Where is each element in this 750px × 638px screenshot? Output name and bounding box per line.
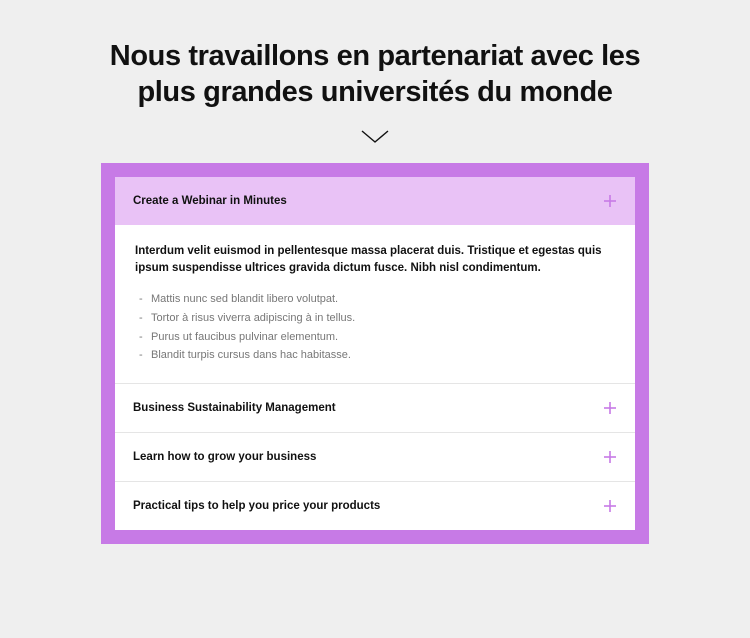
accordion-item: Business Sustainability Management — [115, 384, 635, 433]
accordion-bullet-list: Mattis nunc sed blandit libero volutpat.… — [135, 290, 615, 365]
accordion-title: Practical tips to help you price your pr… — [133, 500, 380, 512]
accordion-title: Create a Webinar in Minutes — [133, 195, 287, 207]
list-item: Tortor à risus viverra adipiscing à in t… — [139, 309, 615, 328]
accordion-item: Practical tips to help you price your pr… — [115, 482, 635, 530]
accordion-header-sustainability[interactable]: Business Sustainability Management — [115, 384, 635, 432]
list-item: Purus ut faucibus pulvinar elementum. — [139, 328, 615, 347]
accordion-header-grow[interactable]: Learn how to grow your business — [115, 433, 635, 481]
plus-icon — [603, 401, 617, 415]
chevron-down-icon — [360, 129, 390, 145]
list-item: Mattis nunc sed blandit libero volutpat. — [139, 290, 615, 309]
accordion-item: Learn how to grow your business — [115, 433, 635, 482]
accordion-title: Learn how to grow your business — [133, 451, 316, 463]
plus-icon — [603, 194, 617, 208]
accordion-body: Interdum velit euismod in pellentesque m… — [115, 225, 635, 383]
accordion-header-pricing[interactable]: Practical tips to help you price your pr… — [115, 482, 635, 530]
list-item: Blandit turpis cursus dans hac habitasse… — [139, 346, 615, 365]
accordion-item: Create a Webinar in Minutes Interdum vel… — [115, 177, 635, 384]
page-title: Nous travaillons en partenariat avec les… — [95, 38, 655, 111]
accordion-header-webinar[interactable]: Create a Webinar in Minutes — [115, 177, 635, 225]
accordion-title: Business Sustainability Management — [133, 402, 336, 414]
accordion-intro: Interdum velit euismod in pellentesque m… — [135, 243, 615, 279]
accordion-panel: Create a Webinar in Minutes Interdum vel… — [101, 163, 649, 544]
plus-icon — [603, 450, 617, 464]
plus-icon — [603, 499, 617, 513]
